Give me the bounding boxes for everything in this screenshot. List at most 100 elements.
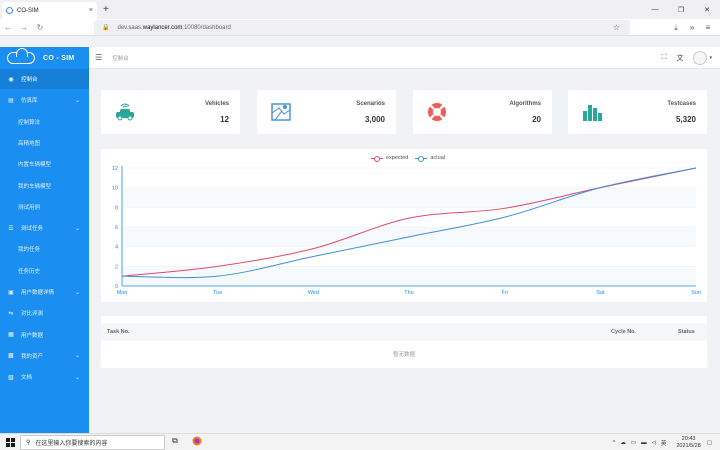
sidebar-item-label: 我的车辆模型 <box>18 183 52 190</box>
stat-value: 20 <box>532 115 541 124</box>
hamburger-menu-icon[interactable]: ☰ <box>95 53 102 62</box>
browser-tab-bar: CO-SIM × + — ❐ ✕ <box>0 0 720 19</box>
sidebar-item[interactable]: ▧ 文档 ⌄ <box>0 367 89 387</box>
stat-value: 3,000 <box>364 115 385 124</box>
forward-icon[interactable]: → <box>16 23 32 32</box>
new-tab-button[interactable]: + <box>103 4 109 15</box>
sidebar: CO - SIM ◉ 控制台 ▤ 仿真库 ⌄ 控制算法高精地图内置车辆模型 我的车辆模型 测试… <box>0 47 89 433</box>
table-header: Task No. Cycle No. Status <box>101 323 707 341</box>
volume-icon[interactable]: ◁ <box>652 440 656 446</box>
sidebar-item-label: 测试用例 <box>18 204 41 211</box>
sidebar-item[interactable]: ▦ 用户数据 <box>0 325 89 345</box>
avatar[interactable] <box>693 51 708 65</box>
sidebar-item-label: 我的资产 <box>21 353 44 360</box>
compare-icon: ⇋ <box>8 310 14 317</box>
language-icon[interactable]: 文 <box>676 53 683 63</box>
cloud-logo-icon <box>7 48 35 64</box>
avatar-dropdown-icon[interactable]: ▾ <box>709 55 712 61</box>
sidebar-item-label: 任务历史 <box>18 268 41 275</box>
sidebar-subitem[interactable]: 我的车辆模型 <box>0 176 89 196</box>
sidebar-subitem[interactable]: 高精地图 <box>0 133 89 153</box>
app-title: CO - SIM <box>43 54 75 62</box>
column-header-task-no[interactable]: Task No. <box>107 329 130 335</box>
sidebar-item-label: 用户数据 <box>21 332 44 339</box>
back-icon[interactable]: ← <box>0 23 16 32</box>
list-icon: ☰ <box>8 225 14 232</box>
x-tick-label: Sun <box>691 290 701 296</box>
ime-indicator[interactable]: 英 <box>661 439 667 447</box>
close-window-icon[interactable]: ✕ <box>694 6 720 14</box>
stat-value: 12 <box>220 115 229 124</box>
sidebar-subitem[interactable]: 内置车辆模型 <box>0 154 89 174</box>
sidebar-item-label: 对比评测 <box>21 311 44 318</box>
minimize-icon[interactable]: — <box>642 6 668 13</box>
tray-chevron-icon[interactable]: ^ <box>613 440 616 446</box>
stat-card-testcases: Testcases 5,320 <box>568 90 707 134</box>
y-tick-label: 2 <box>115 264 118 270</box>
clock[interactable]: 20:43 2021/5/28 <box>671 436 700 449</box>
x-tick-label: Mon <box>117 290 128 296</box>
lock-icon: 🔒 <box>102 25 110 31</box>
sidebar-item-label: 仿真库 <box>21 98 38 105</box>
sidebar-item-label: 内置车辆模型 <box>18 162 52 169</box>
battery-icon[interactable]: ▬ <box>641 440 647 446</box>
grid-band <box>122 187 696 208</box>
maximize-icon[interactable]: ❐ <box>668 6 694 14</box>
sidebar-subitem[interactable]: 控制算法 <box>0 112 89 132</box>
notification-icon[interactable]: ▢ <box>707 440 712 446</box>
legend-item-actual[interactable]: actual <box>415 155 445 162</box>
column-header-cycle-no[interactable]: Cycle No. <box>611 329 636 335</box>
url-text: dev.saas.waylancer.com:10080/dashboard <box>117 24 231 31</box>
stat-label: Vehicles <box>204 101 229 107</box>
line-chart-panel: expected actual 0 2 4 6 8 10 12 Mon Tue Wed Thu Fri… <box>101 149 707 302</box>
sidebar-item-label: 用户数据详情 <box>21 290 55 296</box>
stat-card-vehicles: Vehicles 12 <box>101 90 240 134</box>
window-controls: — ❐ ✕ <box>642 0 720 19</box>
chevron-down-icon: ⌄ <box>74 225 80 232</box>
sidebar-subitem[interactable]: 测试用例 <box>0 197 89 217</box>
site-favicon-icon <box>6 7 13 14</box>
cloud-icon[interactable]: ☁ <box>620 440 626 446</box>
stat-label: Algorithms <box>509 101 541 107</box>
firefox-icon[interactable] <box>192 436 202 448</box>
chevron-down-icon: ⌄ <box>74 289 80 296</box>
sidebar-subitem[interactable]: 我的任务 <box>0 239 89 259</box>
sidebar-item[interactable]: ⇋ 对比评测 <box>0 303 89 323</box>
taskbar-search-input[interactable]: ⚲ 在这里输入你要搜索的内容 <box>20 435 165 450</box>
task-view-icon[interactable]: ⧉ <box>172 436 178 446</box>
sidebar-item[interactable]: ▣ 用户数据详情 ⌄ <box>0 282 89 302</box>
search-icon: ⚲ <box>26 440 31 446</box>
chevron-down-icon: ⌄ <box>74 353 80 360</box>
browser-toolbar-right: ⤓ » ≡ <box>668 19 716 36</box>
reload-icon[interactable]: ↻ <box>32 23 48 32</box>
vehicle-icon <box>116 103 134 121</box>
fullscreen-icon[interactable]: ⛶ <box>662 54 667 62</box>
network-icon[interactable]: ▭ <box>631 440 636 446</box>
tab-close-icon[interactable]: × <box>89 7 93 14</box>
overflow-chevron-icon[interactable]: » <box>684 23 700 32</box>
url-bar[interactable]: 🔒 dev.saas.waylancer.com:10080/dashboard… <box>94 20 630 35</box>
chart-legend: expected actual <box>371 155 452 162</box>
breadcrumb: 控制台 <box>112 55 129 62</box>
download-icon[interactable]: ⤓ <box>668 23 684 33</box>
grid-band <box>122 266 696 286</box>
windows-start-icon[interactable] <box>6 437 15 447</box>
os-taskbar: ⚲ 在这里输入你要搜索的内容 ⧉ ^ ☁ ▭ ▬ ◁ 英 20:43 2021/5… <box>0 433 720 450</box>
grid-band <box>122 246 696 267</box>
x-tick-label: Thu <box>404 290 413 296</box>
y-tick-label: 6 <box>115 225 118 231</box>
browser-tab[interactable]: CO-SIM × <box>2 2 97 19</box>
y-tick-label: 10 <box>112 186 118 192</box>
bookmark-star-icon[interactable]: ☆ <box>613 23 620 32</box>
sidebar-item[interactable]: ☰ 测试任务 ⌄ <box>0 218 89 238</box>
stat-value: 5,320 <box>675 115 696 124</box>
topbar-actions: ⛶ 文 ▾ <box>652 47 712 69</box>
sidebar-subitem[interactable]: 任务历史 <box>0 261 89 281</box>
menu-icon[interactable]: ≡ <box>700 23 716 32</box>
legend-item-expected[interactable]: expected <box>371 155 408 162</box>
sidebar-item[interactable]: ▤ 仿真库 ⌄ <box>0 90 89 110</box>
column-header-status[interactable]: Status <box>678 329 695 335</box>
sidebar-item[interactable]: ▩ 我的资产 ⌄ <box>0 346 89 366</box>
sidebar-item-label: 控制算法 <box>18 119 41 126</box>
sidebar-item[interactable]: ◉ 控制台 <box>0 69 89 89</box>
